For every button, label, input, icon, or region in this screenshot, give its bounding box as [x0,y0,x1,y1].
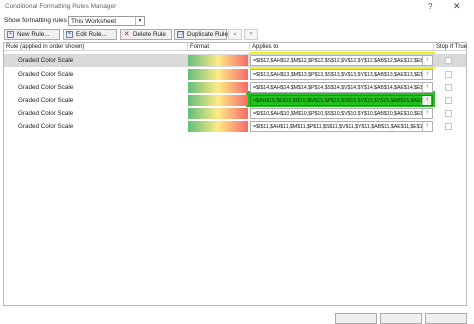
ok-button[interactable] [335,313,377,324]
rule-name: Graded Color Scale [18,84,74,91]
applies-to-value: =$I$14,$AH$14,$M$14,$P$14,$S$14,$V$14,$Y… [253,85,430,91]
rule-name: Graded Color Scale [18,71,74,78]
applies-to-field[interactable]: =$I$12,$AH$12,$M$12,$P$12,$S$12,$V$12,$Y… [250,55,433,66]
table-row[interactable]: Graded Color Scale =$I$11,$AH$11,$M$11,$… [4,120,466,133]
close-button[interactable] [380,313,422,324]
show-rules-select[interactable]: This Worksheet ▼ [68,16,145,26]
chevron-down-icon[interactable]: ▼ [135,17,144,25]
range-select-icon[interactable]: ↑ [422,56,431,65]
applies-to-field[interactable]: =$AH$15,$E$15,$I$15,$M$15,$P$15,$S$15,$V… [250,95,433,106]
delete-icon: ✕ [123,31,130,38]
table-row[interactable]: Graded Color Scale =$I$13,$AH$13,$M$13,$… [4,68,466,81]
format-preview [188,69,248,80]
stop-if-true-checkbox[interactable] [445,110,452,117]
new-rule-label: New Rule... [17,31,50,38]
rules-table: Rule (applied in order shown) Format App… [3,42,467,306]
applies-to-field[interactable]: =$I$11,$AH$11,$M$11,$P$11,$S$11,$V$11,$Y… [250,121,433,132]
delete-rule-button[interactable]: ✕ Delete Rule [120,29,172,40]
range-select-icon[interactable]: ↑ [422,83,431,92]
table-row[interactable]: Graded Color Scale =$I$10,$AH$10,$M$10,$… [4,107,466,120]
range-select-icon[interactable]: ↑ [422,70,431,79]
duplicate-rule-label: Duplicate Rule [187,31,228,38]
apply-button[interactable] [425,313,467,324]
stop-if-true-checkbox[interactable] [445,84,452,91]
format-preview [188,82,248,93]
range-select-icon[interactable]: ↑ [422,122,431,131]
applies-to-field[interactable]: =$I$13,$AH$13,$M$13,$P$13,$S$13,$V$13,$Y… [250,69,433,80]
stop-if-true-checkbox[interactable] [445,71,452,78]
applies-to-field[interactable]: =$I$14,$AH$14,$M$14,$P$14,$S$14,$V$14,$Y… [250,82,433,93]
stop-if-true-checkbox[interactable] [445,97,452,104]
duplicate-rule-button[interactable]: ❐ Duplicate Rule [174,29,228,40]
edit-rule-icon: ✎ [66,31,73,38]
edit-rule-label: Edit Rule... [76,31,107,38]
format-preview [188,95,248,106]
new-rule-icon: + [7,31,14,38]
range-select-icon[interactable]: ↑ [422,109,431,118]
applies-to-value: =$AH$15,$E$15,$I$15,$M$15,$P$15,$S$15,$V… [253,98,430,104]
table-header: Rule (applied in order shown) Format App… [4,43,468,51]
duplicate-icon: ❐ [177,31,184,38]
applies-to-field[interactable]: =$I$10,$AH$10,$M$10,$P$10,$S$10,$V$10,$Y… [250,108,433,119]
column-header-applies-to: Applies to [250,43,434,51]
move-down-button[interactable]: ▼ [244,29,258,40]
table-row[interactable]: Graded Color Scale =$I$12,$AH$12,$M$12,$… [4,54,466,67]
applies-to-value: =$I$12,$AH$12,$M$12,$P$12,$S$12,$V$12,$Y… [253,58,430,64]
window-title: Conditional Formatting Rules Manager [5,3,117,10]
format-preview [188,55,248,66]
delete-rule-label: Delete Rule [133,31,166,38]
stop-if-true-checkbox[interactable] [445,57,452,64]
rule-name: Graded Color Scale [18,110,74,117]
format-preview [188,108,248,119]
column-header-rule: Rule (applied in order shown) [4,43,188,51]
applies-to-value: =$I$11,$AH$11,$M$11,$P$11,$S$11,$V$11,$Y… [253,124,426,130]
help-icon[interactable]: ? [428,2,432,11]
table-row[interactable]: Graded Color Scale =$AH$15,$E$15,$I$15,$… [4,94,466,107]
show-rules-value: This Worksheet [71,18,117,25]
table-row[interactable]: Graded Color Scale =$I$14,$AH$14,$M$14,$… [4,81,466,94]
move-up-button[interactable]: ▲ [228,29,242,40]
range-select-icon[interactable]: ↑ [422,96,431,105]
title-bar: Conditional Formatting Rules Manager ? ✕ [0,0,474,14]
show-rules-label: Show formatting rules for: [4,17,79,24]
rule-name: Graded Color Scale [18,123,74,130]
close-icon[interactable]: ✕ [453,1,461,12]
column-header-format: Format [188,43,250,51]
stop-if-true-checkbox[interactable] [445,123,452,130]
applies-to-value: =$I$10,$AH$10,$M$10,$P$10,$S$10,$V$10,$Y… [253,111,430,117]
rule-name: Graded Color Scale [18,97,74,104]
column-header-stop-if-true: Stop If True [436,44,468,50]
applies-to-value: =$I$13,$AH$13,$M$13,$P$13,$S$13,$V$13,$Y… [253,72,430,78]
format-preview [188,121,248,132]
rule-name: Graded Color Scale [18,57,74,64]
edit-rule-button[interactable]: ✎ Edit Rule... [63,29,117,40]
new-rule-button[interactable]: + New Rule... [4,29,60,40]
